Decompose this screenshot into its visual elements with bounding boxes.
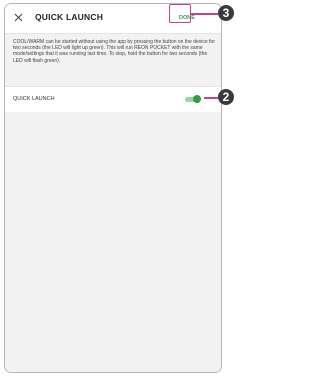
callout-badge-3: 3 xyxy=(218,5,234,21)
toggle-knob xyxy=(193,95,201,103)
callout-badge-2: 2 xyxy=(218,89,234,105)
phone-screen: QUICK LAUNCH DONE COOL/WARM can be start… xyxy=(4,3,222,373)
quick-launch-label: QUICK LAUNCH xyxy=(13,96,55,102)
callout-line-3 xyxy=(191,13,218,15)
empty-area xyxy=(5,112,221,372)
quick-launch-toggle[interactable] xyxy=(185,95,201,103)
page-title: QUICK LAUNCH xyxy=(35,12,104,22)
description-text: COOL/WARM can be started without using t… xyxy=(13,39,215,64)
quick-launch-row: QUICK LAUNCH xyxy=(5,86,221,114)
done-callout-frame xyxy=(169,4,191,23)
callout-line-2 xyxy=(204,97,218,99)
close-icon[interactable] xyxy=(14,13,23,22)
